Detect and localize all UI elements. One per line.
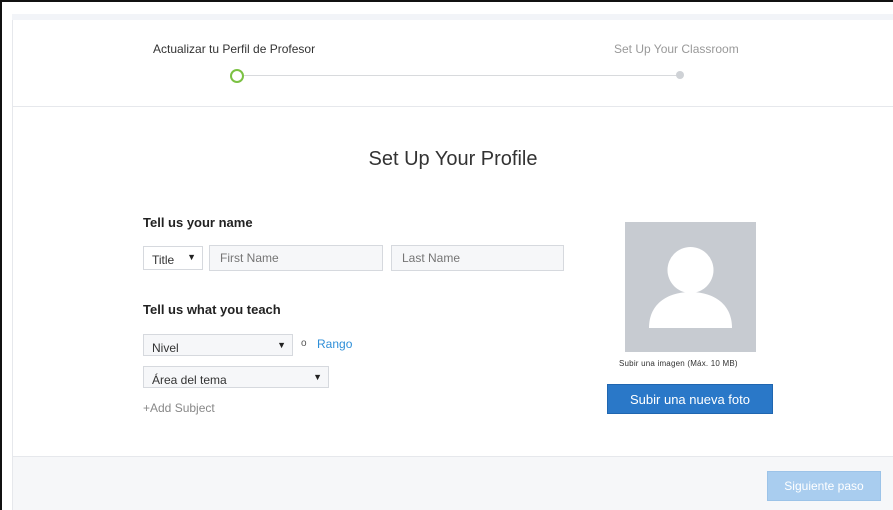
caret-down-icon: ▼: [313, 372, 322, 382]
profile-photo-placeholder: [625, 222, 756, 352]
name-heading: Tell us your name: [143, 215, 253, 230]
first-name-input[interactable]: [209, 245, 383, 271]
title-select-value: Title: [152, 253, 175, 267]
subject-area-value: Área del tema: [152, 373, 227, 387]
user-silhouette-icon: [649, 247, 732, 328]
title-select[interactable]: Title ▼: [143, 246, 203, 270]
level-select[interactable]: Nivel ▼: [143, 334, 293, 356]
or-text: o: [301, 338, 307, 349]
step2-indicator: [676, 71, 684, 79]
step2-label: Set Up Your Classroom: [614, 42, 739, 56]
next-step-button[interactable]: Siguiente paso: [767, 471, 881, 501]
step1-label: Actualizar tu Perfil de Profesor: [153, 42, 316, 56]
app-frame: Actualizar tu Perfil de Profesor Set Up …: [0, 0, 893, 510]
main-content: Actualizar tu Perfil de Profesor Set Up …: [12, 20, 893, 510]
progress-stepper: Actualizar tu Perfil de Profesor Set Up …: [13, 20, 893, 107]
range-link[interactable]: Rango: [317, 337, 352, 351]
caret-down-icon: ▼: [277, 340, 286, 350]
stepper-line: [244, 75, 681, 76]
add-subject-link[interactable]: +Add Subject: [143, 401, 215, 415]
page-title: Set Up Your Profile: [368, 148, 538, 170]
subject-area-select[interactable]: Área del tema ▼: [143, 366, 329, 388]
teach-heading: Tell us what you teach: [143, 302, 281, 317]
step1-indicator: [230, 69, 244, 83]
upload-photo-button[interactable]: Subir una nueva foto: [607, 384, 773, 414]
level-select-value: Nivel: [152, 341, 179, 355]
last-name-input[interactable]: [391, 245, 564, 271]
footer-bar: Siguiente paso: [13, 456, 893, 510]
caret-down-icon: ▼: [187, 252, 196, 262]
upload-caption: Subir una imagen (Máx. 10 MB): [619, 359, 738, 368]
